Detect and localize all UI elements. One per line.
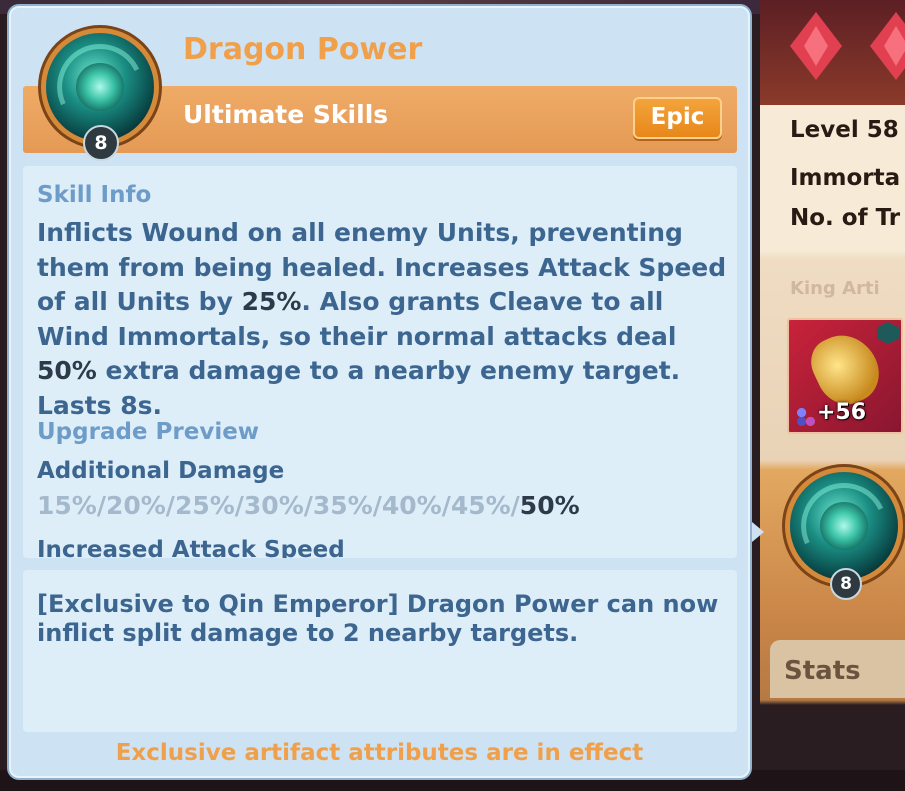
upgrade-stat-name: Additional Damage xyxy=(37,458,285,484)
artifact-slot[interactable]: +56 xyxy=(787,318,903,434)
hero-troops-label: No. of Tr xyxy=(790,205,901,231)
red-gem-icon xyxy=(790,12,842,80)
skill-type: Ultimate Skills xyxy=(183,100,389,129)
hero-level-label: Level 58 xyxy=(790,117,899,143)
upgrade-stat-values: 15%/20%/25%/30%/35%/40%/45%/50% xyxy=(37,491,580,520)
exclusive-effect-text: [Exclusive to Qin Emperor] Dragon Power … xyxy=(37,590,719,647)
skill-description: Inflicts Wound on all enemy Units, preve… xyxy=(37,218,727,420)
skill-slot-level-badge: 8 xyxy=(830,568,862,600)
skill-slot-dragon-orb-icon[interactable] xyxy=(788,470,900,582)
red-gem-icon xyxy=(870,12,905,80)
artifact-bonus: +56 xyxy=(817,400,867,425)
tooltip-pointer-arrow xyxy=(752,522,764,542)
rarity-badge: Epic xyxy=(633,97,722,139)
hero-type-label: Immorta xyxy=(790,165,901,191)
exclusive-effect-panel: [Exclusive to Qin Emperor] Dragon Power … xyxy=(23,570,737,732)
upgrade-preview-heading: Upgrade Preview xyxy=(37,419,260,445)
faded-section-label: King Arti xyxy=(790,278,880,299)
stats-tab-label: Stats xyxy=(784,656,861,686)
skill-level-badge: 8 xyxy=(83,125,119,161)
skill-info-panel[interactable]: Skill Info Inflicts Wound on all enemy U… xyxy=(23,166,737,558)
wind-element-icon xyxy=(877,322,899,344)
skill-info-heading: Skill Info xyxy=(37,182,152,208)
upgrade-stat-name: Increased Attack Speed xyxy=(37,537,345,558)
exclusive-footer-note: Exclusive artifact attributes are in eff… xyxy=(115,740,644,766)
enhance-dots-icon xyxy=(795,406,817,428)
skill-name: Dragon Power xyxy=(183,32,423,67)
gem-banner xyxy=(760,0,905,105)
